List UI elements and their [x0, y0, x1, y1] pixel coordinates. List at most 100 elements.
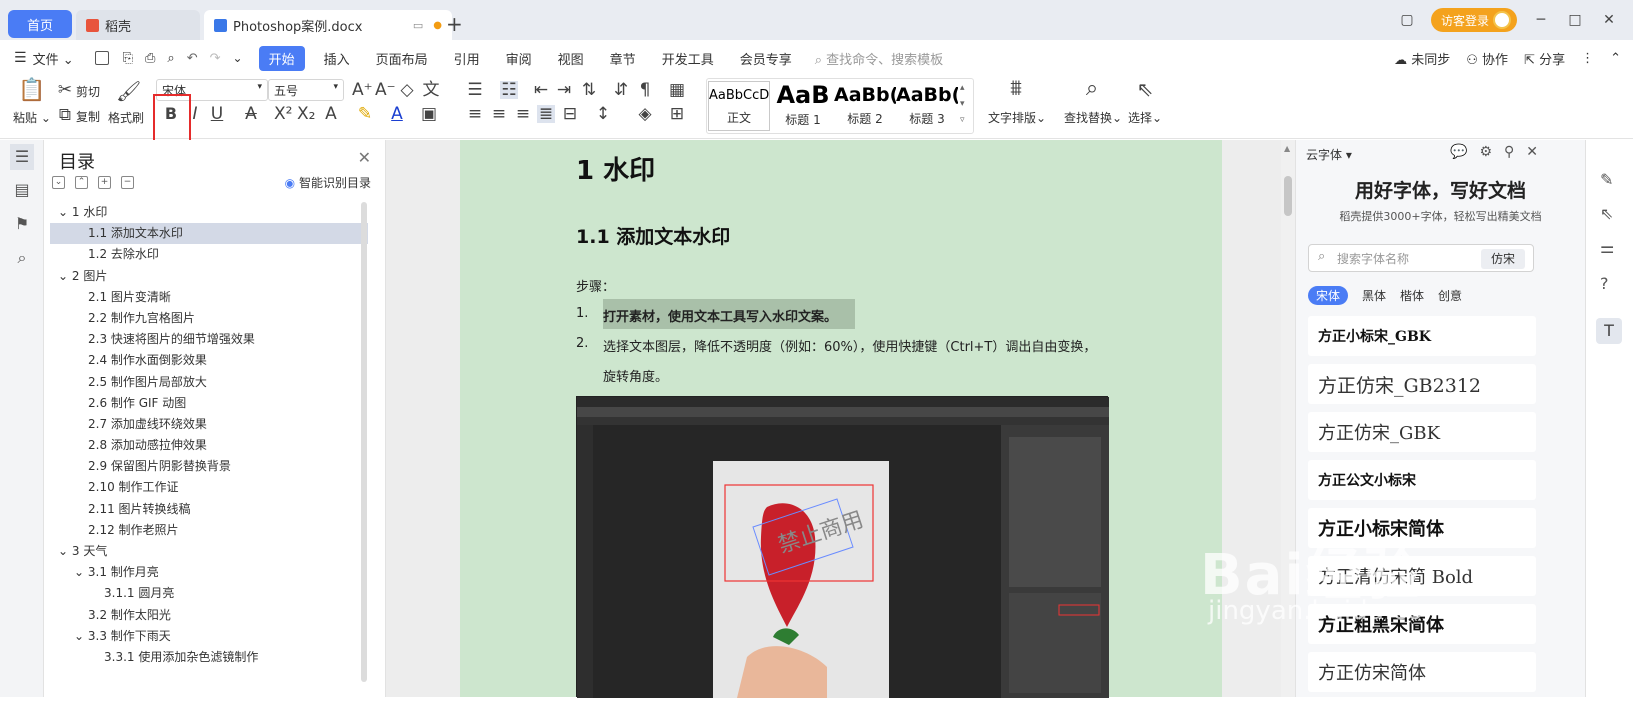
cut-button[interactable]: 剪切: [76, 83, 100, 100]
chevron-down-icon[interactable]: ⌄: [58, 269, 72, 283]
toc-item[interactable]: 2.6 制作 GIF 动图: [50, 393, 368, 414]
clear-format-icon[interactable]: ◇: [398, 81, 416, 99]
toc-item[interactable]: 2.10 制作工作证: [50, 477, 368, 498]
line-spacing-icon[interactable]: ↕: [594, 105, 612, 123]
close-icon[interactable]: ✕: [358, 148, 371, 167]
chinese-layout-icon[interactable]: ⇅: [580, 81, 598, 99]
menu-section[interactable]: 章节: [597, 49, 649, 68]
text-layout-icon[interactable]: ⩩: [1004, 78, 1028, 104]
toc-scrollbar[interactable]: [361, 202, 367, 682]
redo-icon[interactable]: ↷: [210, 51, 221, 66]
distribute-icon[interactable]: ⊟: [561, 105, 579, 123]
toc-item[interactable]: 2.11 图片转换线稿: [50, 499, 368, 520]
style-heading-2[interactable]: AaBb(标题 2: [834, 81, 896, 131]
font-tool-icon[interactable]: T: [1596, 318, 1622, 344]
font-color-icon[interactable]: A: [388, 105, 406, 123]
style-scroll-icon[interactable]: ▴ ▾ ▿: [960, 80, 965, 128]
find-replace-button[interactable]: 查找替换⌄: [1064, 109, 1122, 126]
step2-text[interactable]: 选择文本图层，降低不透明度（例如：60%），使用快捷键（Ctrl+T）调出自由变…: [603, 336, 1096, 355]
new-tab-button[interactable]: +: [446, 12, 463, 36]
toc-item[interactable]: 1.1 添加文本水印: [50, 223, 368, 245]
format-painter-icon[interactable]: 🖌: [116, 81, 141, 104]
menu-insert[interactable]: 插入: [311, 49, 363, 68]
quick-access-more-icon[interactable]: ⌄: [233, 51, 243, 65]
format-painter-button[interactable]: 格式刷: [108, 109, 144, 126]
border-icon[interactable]: ⊞: [668, 105, 686, 123]
toc-item[interactable]: 2.7 添加虚线环绕效果: [50, 414, 368, 435]
tab-document[interactable]: Photoshop案例.docx ▭ ●: [204, 10, 452, 40]
search-icon[interactable]: ⌕: [12, 248, 32, 268]
toc-item[interactable]: ⌄ 3 天气: [50, 541, 368, 562]
toc-item[interactable]: 3.1.1 圆月亮: [50, 583, 368, 604]
phonetic-icon[interactable]: 文: [422, 81, 440, 99]
font-item[interactable]: 方正仿宋简体: [1308, 652, 1536, 692]
tab-daoke[interactable]: 稻壳: [76, 10, 200, 40]
menu-review[interactable]: 审阅: [493, 49, 545, 68]
gear-icon[interactable]: ⚙: [1479, 144, 1492, 160]
menu-start[interactable]: 开始: [258, 45, 305, 71]
print-icon[interactable]: ⎙: [145, 51, 155, 66]
cloud-font-tab[interactable]: 云字体 ▾: [1306, 146, 1352, 163]
align-center-icon[interactable]: ≡: [490, 105, 508, 123]
char-border-icon[interactable]: ▣: [420, 105, 438, 123]
step2-text-cont[interactable]: 旋转角度。: [603, 366, 668, 385]
shading-icon[interactable]: ◈: [636, 105, 654, 123]
font-category-heiti[interactable]: 黑体: [1362, 287, 1386, 304]
edit-icon[interactable]: ✎: [1600, 170, 1613, 189]
menu-file[interactable]: 文件 ⌄: [27, 49, 87, 68]
smart-toc-button[interactable]: ◉ 智能识别目录: [285, 174, 371, 191]
toc-item[interactable]: 3.2 制作太阳光: [50, 605, 368, 626]
collaborate-button[interactable]: ⚇ 协作: [1466, 49, 1508, 68]
copy-icon[interactable]: ⧉: [56, 106, 74, 124]
step1-text[interactable]: 打开素材，使用文本工具写入水印文案。: [603, 306, 837, 325]
close-window-icon[interactable]: ✕: [1599, 12, 1619, 28]
bookmark-icon[interactable]: ⚑: [12, 214, 32, 234]
pointer-icon[interactable]: ⇖: [1600, 204, 1613, 223]
command-search[interactable]: ⌕ 查找命令、搜索模板: [815, 49, 943, 68]
font-size-select[interactable]: 五号 ▾: [268, 79, 344, 101]
toc-item[interactable]: 2.12 制作老照片: [50, 520, 368, 541]
paste-button[interactable]: 粘贴 ⌄: [13, 109, 51, 126]
font-search-suggestion[interactable]: 仿宋: [1481, 249, 1525, 269]
sort-icon[interactable]: ⇵: [612, 81, 630, 99]
photoshop-screenshot-image[interactable]: 禁止商用: [576, 396, 1109, 698]
float-window-icon[interactable]: ▭: [413, 19, 423, 32]
toc-item[interactable]: 2.5 制作图片局部放大: [50, 372, 368, 393]
shrink-font-icon[interactable]: A⁻: [375, 81, 396, 99]
heading-2[interactable]: 1.1 添加文本水印: [576, 222, 730, 249]
align-right-icon[interactable]: ≡: [514, 105, 532, 123]
hamburger-icon[interactable]: ☰: [14, 50, 27, 66]
toc-nav-icon[interactable]: ☰: [10, 144, 34, 170]
align-left-icon[interactable]: ≡: [466, 105, 484, 123]
toc-item[interactable]: 2.9 保留图片阴影替换背景: [50, 456, 368, 477]
step2-number[interactable]: 2.: [576, 336, 588, 351]
share-button[interactable]: ⇱ 分享: [1524, 49, 1565, 68]
step1-number[interactable]: 1.: [576, 306, 588, 321]
subscript-icon[interactable]: X₂: [297, 105, 315, 123]
visitor-login-button[interactable]: 访客登录: [1430, 8, 1517, 32]
font-item[interactable]: 方正仿宋_GB2312: [1308, 364, 1536, 404]
numbered-list-icon[interactable]: ☷: [500, 81, 518, 99]
toc-item[interactable]: ⌄ 2 图片: [50, 266, 368, 287]
steps-label[interactable]: 步骤：: [576, 276, 615, 295]
scrollbar-thumb[interactable]: [1284, 176, 1292, 216]
chevron-down-icon[interactable]: ⌄: [58, 544, 72, 558]
style-heading-1[interactable]: AaB 标题 1: [772, 81, 834, 131]
style-heading-3[interactable]: AaBb(标题 3: [896, 81, 958, 131]
menu-page-layout[interactable]: 页面布局: [363, 49, 441, 68]
style-normal[interactable]: AaBbCcDd 正文: [708, 81, 770, 131]
tab-home[interactable]: 首页: [8, 10, 72, 38]
print-preview-icon[interactable]: ⌕: [167, 51, 174, 66]
undo-icon[interactable]: ↶: [187, 51, 198, 66]
minimize-icon[interactable]: ─: [1531, 12, 1551, 28]
scissors-icon[interactable]: ✂: [56, 81, 74, 99]
chapter-nav-icon[interactable]: ▤: [12, 180, 32, 200]
highlight-icon[interactable]: ✎: [356, 105, 374, 123]
add-heading-icon[interactable]: +: [98, 176, 111, 189]
pin-icon[interactable]: ⚲: [1504, 144, 1514, 160]
toc-item[interactable]: 2.1 图片变清晰: [50, 287, 368, 308]
decrease-indent-icon[interactable]: ⇤: [532, 81, 550, 99]
expand-up-icon[interactable]: ⌃: [75, 176, 88, 189]
toc-item[interactable]: 3.3.1 使用添加杂色滤镜制作: [50, 647, 368, 668]
font-category-songti[interactable]: 宋体: [1308, 286, 1349, 305]
